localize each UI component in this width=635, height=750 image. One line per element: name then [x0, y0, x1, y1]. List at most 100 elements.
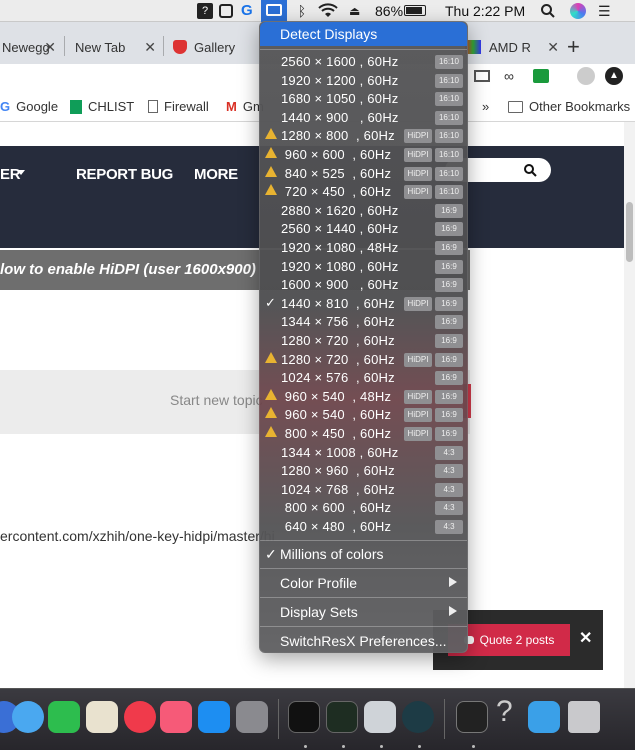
facetime-icon[interactable] — [48, 701, 80, 733]
resolution-item[interactable]: 2560 × 1440 , 60Hz 16:9 — [260, 220, 467, 238]
script-editor-icon[interactable] — [86, 701, 118, 733]
console-icon[interactable] — [456, 701, 488, 733]
app-status-icon[interactable]: G — [241, 3, 257, 19]
network-radar-icon[interactable] — [402, 701, 434, 733]
resolution-item[interactable]: 1344 × 1008 , 60Hz 4:3 — [260, 444, 467, 462]
resolution-item[interactable]: 1344 × 756 , 60Hz 16:9 — [260, 313, 467, 331]
window-icon[interactable] — [219, 4, 233, 18]
menu-separator — [260, 540, 467, 541]
tab-newegg[interactable]: Newegg ✕ — [0, 30, 62, 64]
new-tab-icon[interactable]: + — [567, 34, 580, 60]
resolution-item[interactable]: 1280 × 960 , 60Hz 4:3 — [260, 462, 467, 480]
app-store-icon[interactable] — [198, 701, 230, 733]
spotlight-search-icon[interactable] — [540, 3, 556, 19]
aspect-ratio-badge: 16:9 — [435, 203, 463, 218]
close-icon[interactable]: ✕ — [144, 39, 156, 56]
bookmark-other[interactable]: Other Bookmarks — [508, 99, 630, 114]
resolution-item[interactable]: 840 × 525 , 60Hz HiDPI 16:10 — [260, 165, 467, 183]
resolution-item[interactable]: 1280 × 800 , 60Hz HiDPI 16:10 — [260, 127, 467, 145]
resolution-label: 960 × 540 , 60Hz — [281, 407, 392, 423]
check-icon: ✓ — [265, 294, 276, 310]
news-icon[interactable] — [124, 701, 156, 733]
bookmark-firewall[interactable]: Firewall — [148, 99, 209, 114]
help-question-icon[interactable]: ? — [496, 695, 513, 729]
resolution-item[interactable]: 1280 × 720 , 60Hz HiDPI 16:9 — [260, 351, 467, 369]
system-preferences-icon[interactable] — [236, 701, 268, 733]
trash-icon[interactable] — [568, 701, 600, 733]
folder-icon — [508, 100, 523, 113]
resolution-item[interactable]: 1024 × 768 , 60Hz 4:3 — [260, 481, 467, 499]
resolution-item[interactable]: 1024 × 576 , 60Hz 16:9 — [260, 369, 467, 387]
disk-utility-icon[interactable] — [364, 701, 396, 733]
sheets-icon — [70, 99, 82, 114]
resolution-item[interactable]: 960 × 600 , 60Hz HiDPI 16:10 — [260, 146, 467, 164]
bookmark-google[interactable]: G Google — [0, 99, 58, 114]
resolution-item[interactable]: 1920 × 1200 , 60Hz 16:10 — [260, 72, 467, 90]
resolution-item[interactable]: 1440 × 900 , 60Hz 16:10 — [260, 109, 467, 127]
wifi-icon[interactable] — [318, 3, 338, 19]
resolution-item[interactable]: 640 × 480 , 60Hz 4:3 — [260, 518, 467, 536]
help-icon[interactable]: ? — [197, 3, 213, 19]
scrollbar-thumb[interactable] — [626, 202, 633, 262]
display-sets-item[interactable]: Display Sets — [260, 601, 467, 623]
close-icon[interactable]: ✕ — [547, 39, 559, 56]
switchresx-menu-extra[interactable] — [261, 0, 287, 22]
warning-icon — [265, 128, 277, 140]
detect-displays-item[interactable]: Detect Displays — [260, 22, 467, 46]
messages-icon[interactable] — [12, 701, 44, 733]
resolution-item[interactable]: ✓ 1440 × 810 , 60Hz HiDPI 16:9 — [260, 295, 467, 313]
resolution-item[interactable]: 1920 × 1080 , 60Hz 16:9 — [260, 258, 467, 276]
resolution-item[interactable]: 960 × 540 , 48Hz HiDPI 16:9 — [260, 388, 467, 406]
siri-icon[interactable] — [570, 3, 586, 19]
close-icon[interactable]: ✕ — [579, 628, 592, 648]
extension-icon[interactable] — [533, 69, 549, 83]
update-icon[interactable]: ▲ — [605, 67, 623, 85]
resolution-item[interactable]: 1280 × 720 , 60Hz 16:9 — [260, 332, 467, 350]
menu-separator — [260, 626, 467, 627]
resolution-item[interactable]: 2560 × 1600 , 60Hz 16:10 — [260, 53, 467, 71]
bluetooth-icon[interactable]: ᛒ — [294, 3, 310, 19]
menubar-clock[interactable]: Thu 2:22 PM — [445, 0, 525, 22]
post-url-text[interactable]: ercontent.com/xzhih/one-key-hidpi/master… — [0, 528, 275, 544]
windows-folder-icon[interactable] — [528, 701, 560, 733]
nav-link-report-bug[interactable]: REPORT BUG — [76, 166, 173, 183]
battery-icon[interactable] — [404, 5, 426, 16]
binoculars-icon[interactable]: ∞ — [504, 68, 514, 84]
nav-link-more[interactable]: MORE — [194, 166, 238, 183]
preferences-item[interactable]: SwitchResX Preferences... — [260, 630, 467, 652]
resolution-item[interactable]: 1600 × 900 , 60Hz 16:9 — [260, 276, 467, 294]
resolution-item[interactable]: 2880 × 1620 , 60Hz 16:9 — [260, 202, 467, 220]
resolution-item[interactable]: 720 × 450 , 60Hz HiDPI 16:10 — [260, 183, 467, 201]
resolution-item[interactable]: 1920 × 1080 , 48Hz 16:9 — [260, 239, 467, 257]
notification-center-icon[interactable]: ☰ — [598, 3, 614, 19]
start-new-topic-button[interactable]: Start new topic — [170, 392, 263, 408]
bookmarks-overflow-button[interactable]: » — [482, 99, 489, 114]
resolution-item[interactable]: 800 × 600 , 60Hz 4:3 — [260, 499, 467, 517]
running-indicator — [418, 745, 421, 748]
cast-icon[interactable] — [474, 70, 490, 82]
resolution-item[interactable]: 960 × 540 , 60Hz HiDPI 16:9 — [260, 406, 467, 424]
bookmark-chlist[interactable]: CHLIST — [70, 99, 134, 114]
bookmark-label: Other Bookmarks — [529, 99, 631, 114]
search-icon[interactable] — [523, 163, 537, 177]
color-profile-item[interactable]: Color Profile — [260, 572, 467, 594]
tab-new-tab[interactable]: New Tab ✕ — [66, 30, 162, 64]
resolution-item[interactable]: 1680 × 1050 , 60Hz 16:10 — [260, 90, 467, 108]
profile-avatar[interactable] — [577, 67, 595, 85]
menu-separator — [260, 597, 467, 598]
activity-monitor-icon[interactable] — [326, 701, 358, 733]
aspect-ratio-badge: 16:9 — [435, 371, 463, 386]
eject-icon[interactable]: ⏏ — [349, 3, 365, 19]
resolution-item[interactable]: 800 × 450 , 60Hz HiDPI 16:9 — [260, 425, 467, 443]
aspect-ratio-badge: 16:9 — [435, 241, 463, 255]
tab-gallery[interactable]: Gallery — [165, 30, 261, 64]
aspect-ratio-badge: 16:9 — [435, 222, 463, 237]
music-icon[interactable] — [160, 701, 192, 733]
millions-of-colors-item[interactable]: ✓ Millions of colors — [260, 543, 467, 565]
resolution-label: 800 × 600 , 60Hz — [281, 500, 392, 516]
tab-amd[interactable]: AMD R ✕ — [465, 30, 561, 64]
resolution-label: 2880 × 1620 , 60Hz — [281, 202, 399, 218]
close-icon[interactable]: ✕ — [44, 39, 56, 56]
aspect-ratio-badge: 16:9 — [435, 427, 463, 441]
terminal-icon[interactable] — [288, 701, 320, 733]
